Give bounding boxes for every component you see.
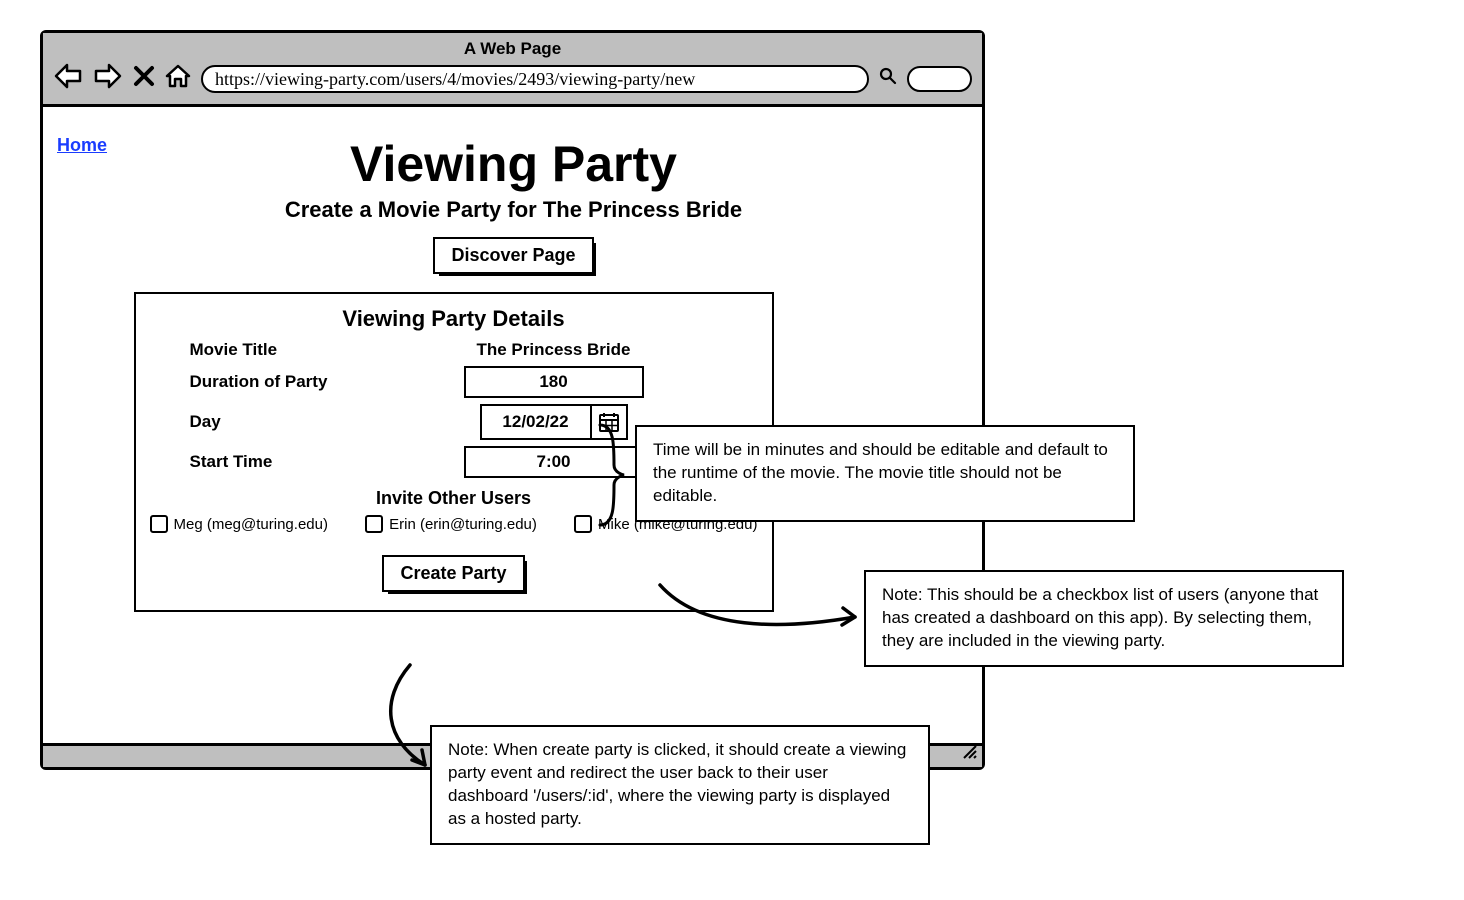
home-link[interactable]: Home	[57, 135, 107, 156]
url-text: https://viewing-party.com/users/4/movies…	[215, 67, 695, 91]
details-panel-title: Viewing Party Details	[146, 306, 762, 332]
page-subtitle: Create a Movie Party for The Princess Br…	[57, 197, 970, 223]
checkbox-icon[interactable]	[365, 515, 383, 533]
resize-grip-icon[interactable]	[960, 742, 978, 765]
duration-input[interactable]	[464, 366, 644, 398]
search-icon[interactable]	[879, 67, 897, 90]
annotation-users: Note: This should be a checkbox list of …	[864, 570, 1344, 667]
create-party-button[interactable]: Create Party	[382, 555, 524, 592]
movie-title-value: The Princess Bride	[476, 340, 630, 359]
annotation-create: Note: When create party is clicked, it s…	[430, 725, 930, 845]
annotation-time: Time will be in minutes and should be ed…	[635, 425, 1135, 522]
invitee-checkbox-item[interactable]: Erin (erin@turing.edu)	[365, 515, 537, 533]
search-pill[interactable]	[907, 66, 972, 92]
day-input[interactable]	[480, 404, 590, 440]
browser-chrome: A Web Page https://viewing-party.com/use…	[43, 33, 982, 107]
invitee-checkbox-item[interactable]: Meg (meg@turing.edu)	[150, 515, 328, 533]
start-time-label: Start Time	[146, 452, 346, 472]
forward-arrow-icon[interactable]	[93, 63, 123, 94]
browser-chrome-title: A Web Page	[53, 33, 972, 63]
discover-page-button[interactable]: Discover Page	[433, 237, 593, 274]
back-arrow-icon[interactable]	[53, 63, 83, 94]
invitee-label: Erin (erin@turing.edu)	[389, 516, 537, 533]
checkbox-icon[interactable]	[574, 515, 592, 533]
brace-icon	[592, 420, 632, 530]
browser-toolbar: https://viewing-party.com/users/4/movies…	[53, 63, 972, 94]
invitee-label: Meg (meg@turing.edu)	[174, 516, 328, 533]
movie-title-label: Movie Title	[146, 340, 346, 360]
duration-label: Duration of Party	[146, 372, 346, 392]
address-bar[interactable]: https://viewing-party.com/users/4/movies…	[201, 65, 869, 93]
browser-window: A Web Page https://viewing-party.com/use…	[40, 30, 985, 770]
day-label: Day	[146, 412, 346, 432]
page-title: Viewing Party	[57, 135, 970, 193]
stop-icon[interactable]	[133, 65, 155, 92]
checkbox-icon[interactable]	[150, 515, 168, 533]
home-icon[interactable]	[165, 63, 191, 94]
